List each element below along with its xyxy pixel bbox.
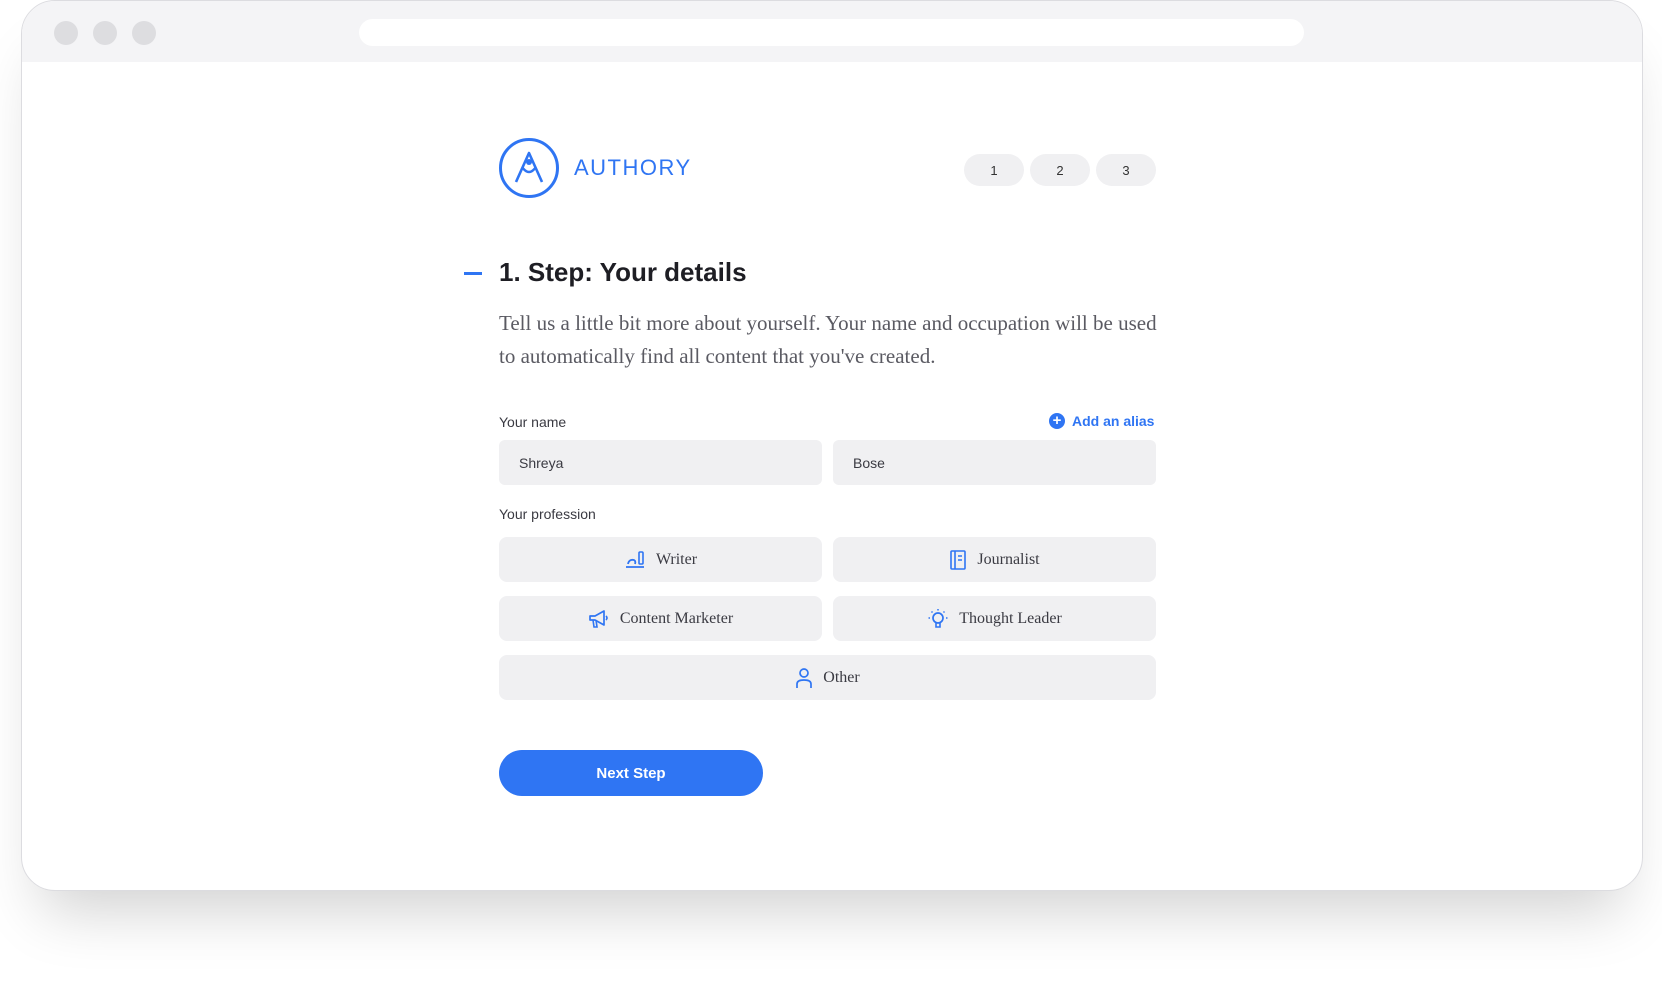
next-step-button[interactable]: Next Step — [499, 750, 763, 796]
writer-icon — [625, 550, 644, 568]
profession-label: Thought Leader — [959, 609, 1062, 627]
profession-label: Content Marketer — [619, 609, 734, 627]
step-indicator-2[interactable]: 2 — [1030, 154, 1090, 186]
profession-option-writer[interactable]: Writer — [499, 537, 822, 582]
lightbulb-icon — [928, 608, 948, 628]
step-heading: 1. Step: Your details — [499, 257, 747, 287]
step-indicator-1[interactable]: 1 — [964, 154, 1024, 186]
your-name-label: Your name — [499, 414, 567, 430]
first-name-input[interactable] — [499, 440, 822, 485]
profession-option-thought-leader[interactable]: Thought Leader — [833, 596, 1156, 641]
profession-label: Writer — [655, 550, 698, 568]
brand-name: AUTHORY — [574, 155, 692, 180]
journalist-icon — [950, 549, 967, 570]
your-profession-label: Your profession — [499, 506, 596, 522]
profession-option-other[interactable]: Other — [499, 655, 1156, 700]
profession-label: Journalist — [977, 550, 1040, 568]
page-content: AUTHORY 1 2 3 1. Step: Your details Tell… — [22, 1, 1642, 890]
profession-option-content-marketer[interactable]: Content Marketer — [499, 596, 822, 641]
megaphone-icon — [588, 609, 608, 628]
last-name-input[interactable] — [833, 440, 1156, 485]
authory-logo-icon — [499, 138, 559, 198]
profession-option-journalist[interactable]: Journalist — [833, 537, 1156, 582]
step-indicator-3[interactable]: 3 — [1096, 154, 1156, 186]
browser-window: AUTHORY 1 2 3 1. Step: Your details Tell… — [21, 0, 1643, 891]
add-alias-label: Add an alias — [1072, 413, 1155, 429]
plus-circle-icon: + — [1049, 413, 1065, 429]
step-marker-dash — [464, 272, 482, 275]
add-alias-link[interactable]: + Add an alias — [1049, 413, 1154, 429]
profession-label: Other — [823, 668, 860, 686]
step-description: Tell us a little bit more about yourself… — [499, 311, 1157, 368]
person-icon — [796, 667, 813, 688]
